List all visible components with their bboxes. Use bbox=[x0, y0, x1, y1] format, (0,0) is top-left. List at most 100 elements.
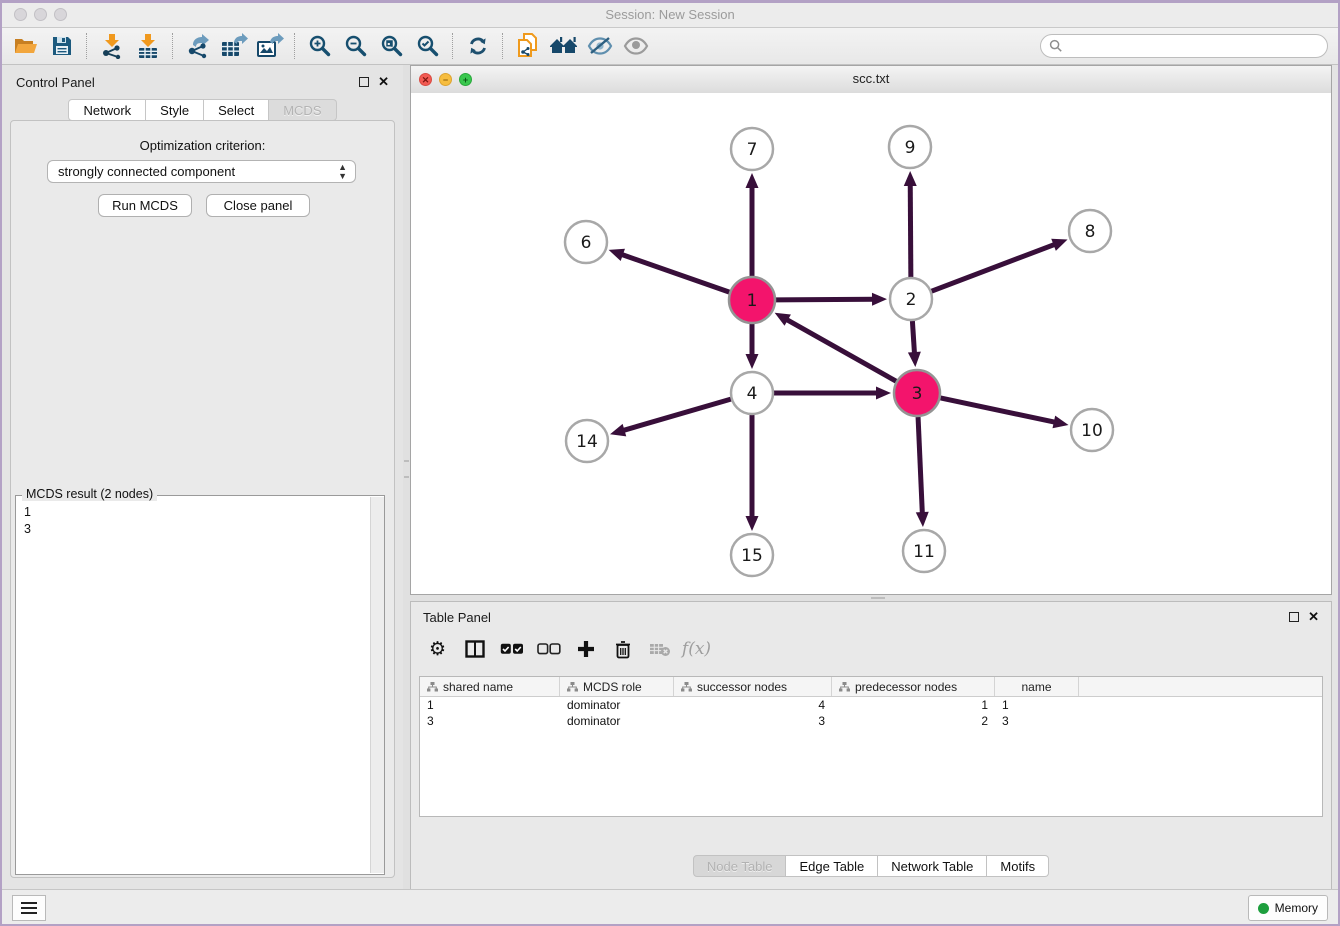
table-header-row: shared name MCDS role successor nodes pr… bbox=[420, 677, 1322, 697]
task-history-button[interactable] bbox=[12, 895, 46, 921]
graph-edge[interactable] bbox=[785, 319, 896, 382]
import-table-button[interactable] bbox=[130, 30, 166, 62]
refresh-icon bbox=[466, 34, 490, 58]
checkbox-unchecked-pair-icon bbox=[537, 643, 561, 655]
show-all-button[interactable] bbox=[618, 30, 654, 62]
graph-edge[interactable] bbox=[912, 321, 914, 355]
graph-edge[interactable] bbox=[620, 254, 729, 292]
graph-edge[interactable] bbox=[776, 299, 875, 300]
refresh-button[interactable] bbox=[460, 30, 496, 62]
trash-icon bbox=[615, 640, 631, 659]
table-tabs: Node Table Edge Table Network Table Moti… bbox=[411, 855, 1331, 877]
tab-select[interactable]: Select bbox=[204, 99, 269, 121]
save-session-button[interactable] bbox=[44, 30, 80, 62]
edge-arrowhead bbox=[876, 387, 891, 400]
control-panel-tabs: Network Style Select MCDS bbox=[2, 99, 403, 121]
graph-node-label: 9 bbox=[905, 138, 916, 158]
result-scrollbar[interactable] bbox=[370, 497, 384, 873]
fx-icon: f(x) bbox=[682, 639, 711, 659]
graph-node-label: 1 bbox=[747, 291, 758, 311]
tab-style[interactable]: Style bbox=[146, 99, 204, 121]
memory-label: Memory bbox=[1275, 901, 1318, 915]
run-mcds-button[interactable]: Run MCDS bbox=[98, 194, 192, 217]
eye-icon bbox=[623, 36, 649, 56]
tab-edge-table[interactable]: Edge Table bbox=[786, 855, 878, 877]
plus-icon bbox=[577, 640, 595, 658]
edge-arrowhead bbox=[1051, 239, 1067, 251]
column-label: name bbox=[1021, 680, 1051, 694]
function-builder-button[interactable]: f(x) bbox=[678, 633, 715, 665]
create-column-button[interactable] bbox=[567, 633, 604, 665]
graph-node-label: 6 bbox=[581, 233, 592, 253]
open-session-button[interactable] bbox=[8, 30, 44, 62]
vertical-splitter[interactable] bbox=[403, 65, 410, 890]
selected-option: strongly connected component bbox=[58, 164, 235, 179]
close-panel-icon[interactable]: ✕ bbox=[1308, 609, 1319, 625]
search-field[interactable] bbox=[1040, 34, 1328, 58]
table-row[interactable]: 3 dominator 3 2 3 bbox=[420, 713, 1322, 729]
column-header-predecessor-nodes[interactable]: predecessor nodes bbox=[832, 677, 995, 696]
mcds-result-lines: 1 3 bbox=[24, 504, 31, 538]
column-header-mcds-role[interactable]: MCDS role bbox=[560, 677, 674, 696]
delete-table-button[interactable] bbox=[641, 633, 678, 665]
control-panel: Control Panel ✕ Network Style Select MCD… bbox=[2, 65, 403, 890]
tab-network[interactable]: Network bbox=[68, 99, 146, 121]
graph-edge[interactable] bbox=[932, 244, 1057, 291]
tab-mcds[interactable]: MCDS bbox=[269, 99, 336, 121]
export-image-icon bbox=[256, 33, 284, 59]
export-table-button[interactable] bbox=[216, 30, 252, 62]
deselect-all-button[interactable] bbox=[530, 633, 567, 665]
search-input[interactable] bbox=[1063, 38, 1327, 54]
zoom-fit-icon bbox=[380, 34, 404, 58]
first-neighbors-button[interactable] bbox=[546, 30, 582, 62]
clone-network-button[interactable] bbox=[510, 30, 546, 62]
graph-edge[interactable] bbox=[910, 183, 911, 277]
column-label: successor nodes bbox=[697, 680, 787, 694]
graph-edge[interactable] bbox=[918, 417, 922, 515]
cell-successor-nodes: 4 bbox=[674, 697, 832, 713]
graph-node-label: 7 bbox=[747, 140, 758, 160]
network-window-titlebar: ✕ − + scc.txt bbox=[411, 66, 1331, 94]
float-panel-icon[interactable] bbox=[359, 77, 369, 87]
column-label: MCDS role bbox=[583, 680, 642, 694]
zoom-fit-button[interactable] bbox=[374, 30, 410, 62]
graph-edge[interactable] bbox=[940, 398, 1056, 423]
hide-selected-button[interactable] bbox=[582, 30, 618, 62]
float-panel-icon[interactable] bbox=[1289, 612, 1299, 622]
table-row[interactable]: 1 dominator 4 1 1 bbox=[420, 697, 1322, 713]
graph-edge[interactable] bbox=[622, 399, 731, 431]
edge-arrowhead bbox=[746, 173, 759, 188]
zoom-in-icon bbox=[308, 34, 332, 58]
column-header-name[interactable]: name bbox=[995, 677, 1079, 696]
select-all-button[interactable] bbox=[493, 633, 530, 665]
show-columns-button[interactable] bbox=[456, 633, 493, 665]
zoom-in-button[interactable] bbox=[302, 30, 338, 62]
tab-network-table[interactable]: Network Table bbox=[878, 855, 987, 877]
column-header-successor-nodes[interactable]: successor nodes bbox=[674, 677, 832, 696]
export-network-button[interactable] bbox=[180, 30, 216, 62]
mcds-result-box: MCDS result (2 nodes) 1 3 bbox=[15, 495, 385, 875]
tab-node-table[interactable]: Node Table bbox=[693, 855, 787, 877]
cell-name: 1 bbox=[995, 697, 1079, 713]
split-columns-icon bbox=[465, 640, 485, 658]
table-settings-button[interactable]: ⚙ bbox=[419, 633, 456, 665]
app-window: Session: New Session bbox=[0, 0, 1340, 926]
network-canvas[interactable]: 7968124314101511 bbox=[411, 93, 1331, 594]
gear-icon: ⚙ bbox=[429, 640, 446, 659]
zoom-selected-button[interactable] bbox=[410, 30, 446, 62]
mcds-result-title: MCDS result (2 nodes) bbox=[22, 487, 157, 501]
zoom-out-button[interactable] bbox=[338, 30, 374, 62]
import-network-button[interactable] bbox=[94, 30, 130, 62]
graph-node-label: 8 bbox=[1085, 222, 1096, 242]
cell-name: 3 bbox=[995, 713, 1079, 729]
close-panel-button[interactable]: Close panel bbox=[206, 194, 310, 217]
delete-column-button[interactable] bbox=[604, 633, 641, 665]
column-header-shared-name[interactable]: shared name bbox=[420, 677, 560, 696]
optimization-criterion-select[interactable]: strongly connected component ▲▼ bbox=[47, 160, 356, 183]
network-graph[interactable]: 7968124314101511 bbox=[411, 93, 1333, 595]
tab-motifs[interactable]: Motifs bbox=[987, 855, 1049, 877]
close-panel-icon[interactable]: ✕ bbox=[378, 74, 389, 90]
memory-button[interactable]: Memory bbox=[1248, 895, 1328, 921]
export-image-button[interactable] bbox=[252, 30, 288, 62]
status-bar: Memory bbox=[2, 889, 1338, 924]
